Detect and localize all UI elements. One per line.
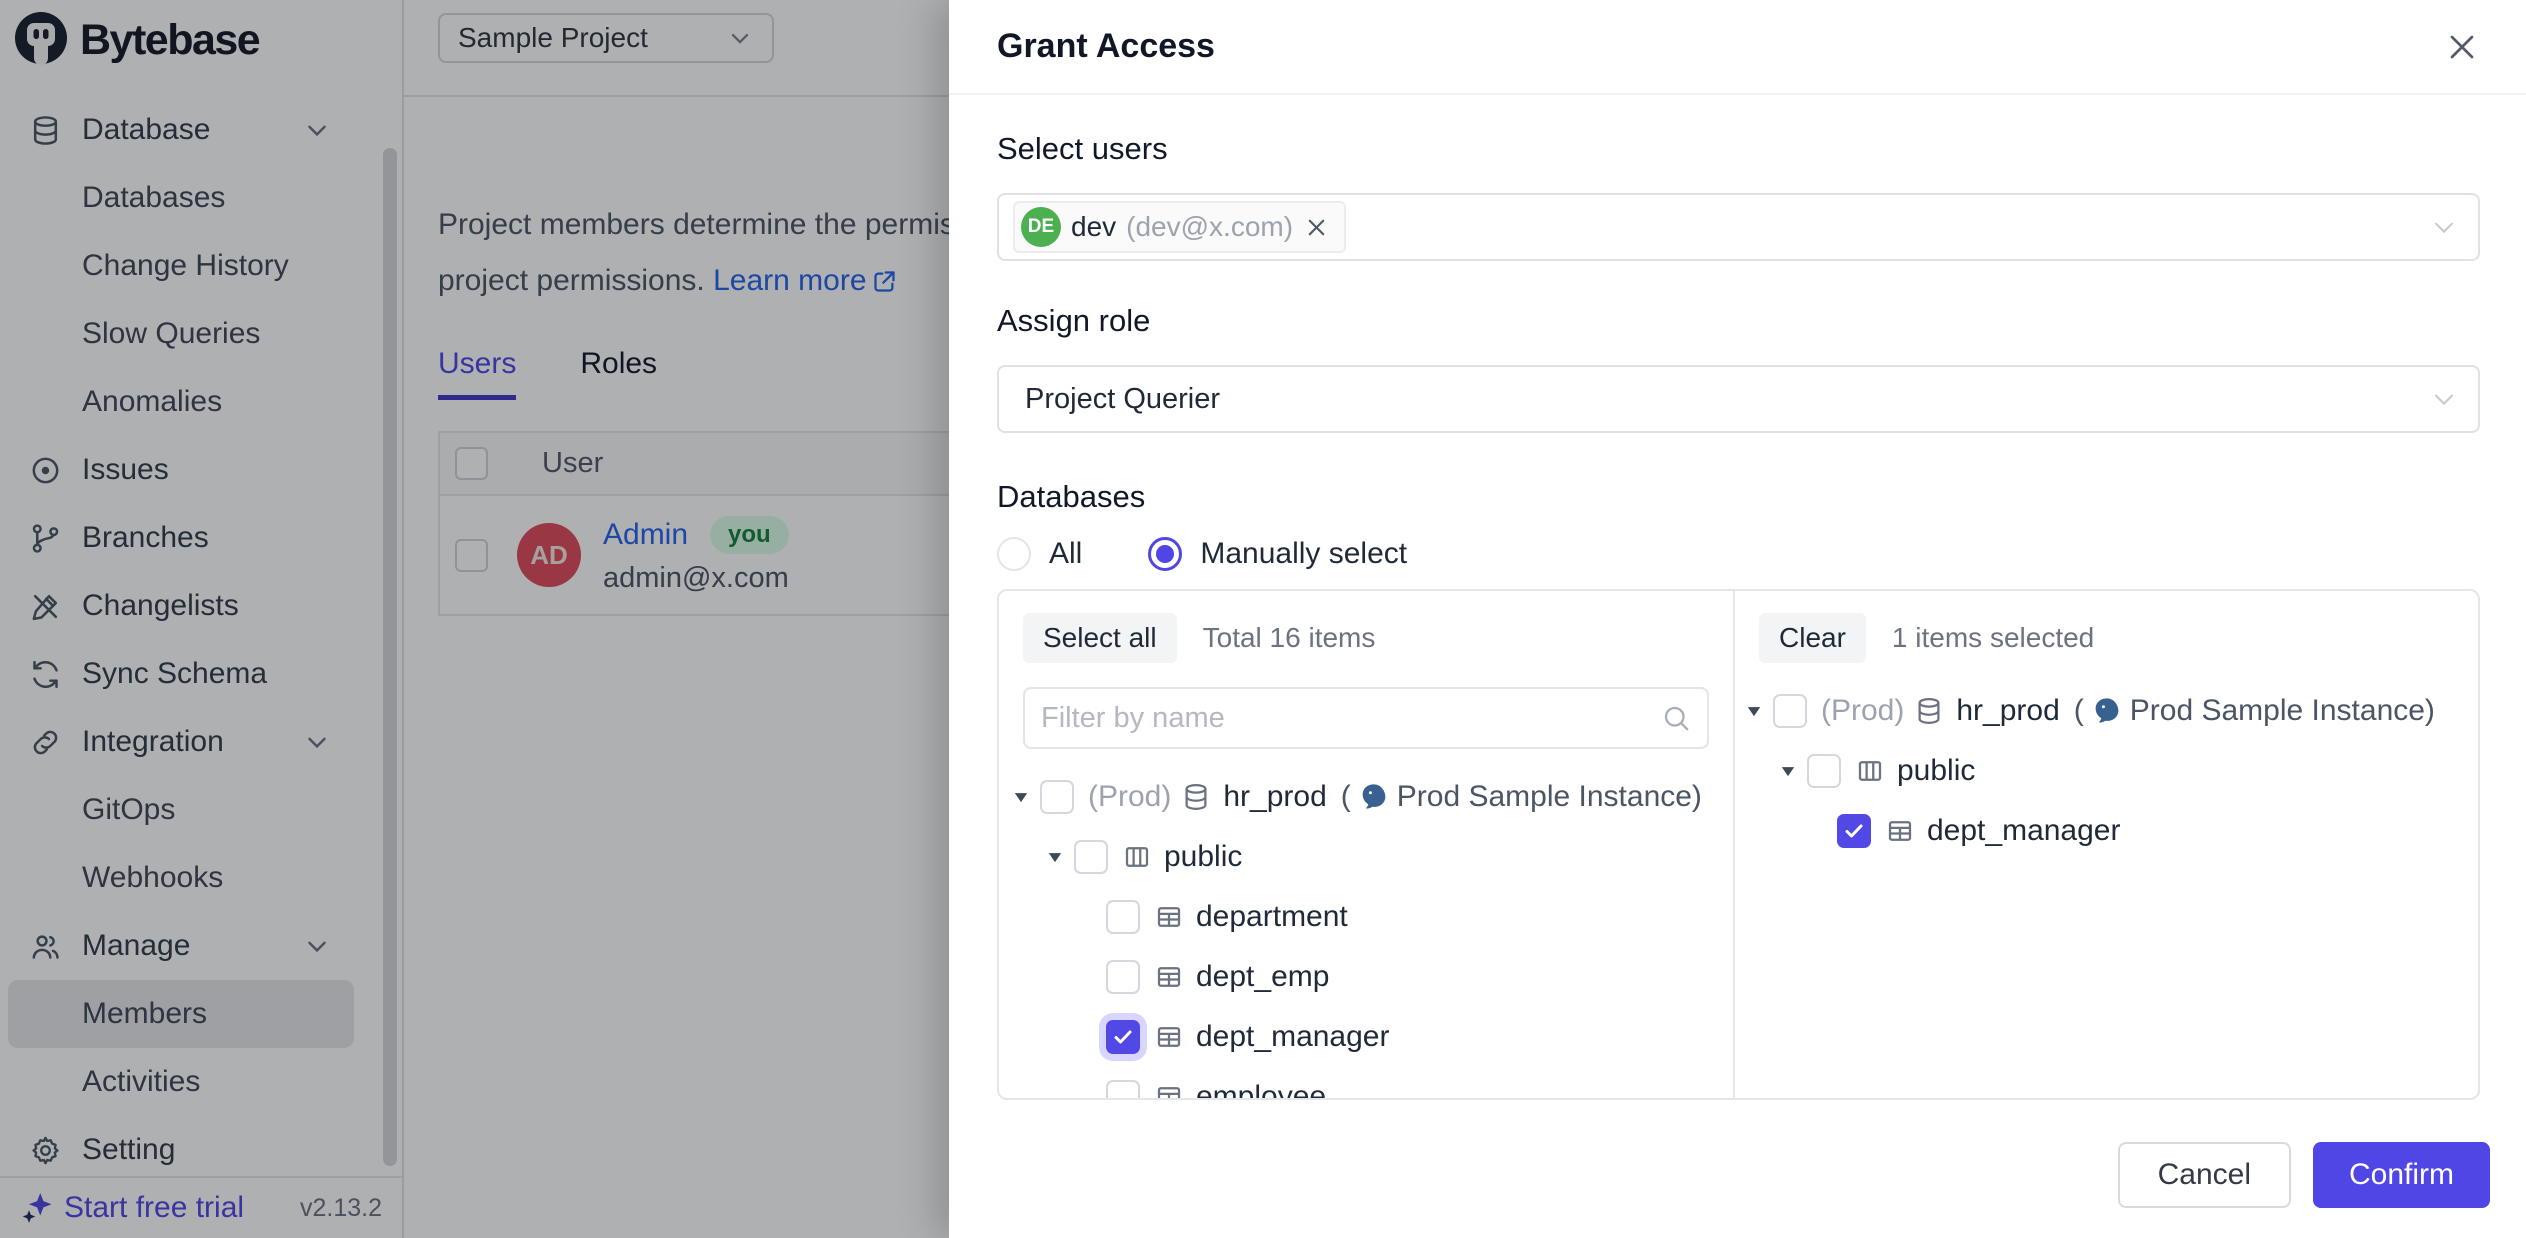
schema-icon <box>1855 756 1885 786</box>
modal-body: Select users DE dev (dev@x.com) Assign r… <box>949 131 2526 1100</box>
role-value: Project Querier <box>1013 383 1220 416</box>
source-panel-header: Select all Total 16 items <box>999 591 1733 663</box>
chevron-down-icon <box>2428 383 2460 415</box>
schema-name: public <box>1164 840 1242 874</box>
grant-access-modal: Grant Access Select users DE dev (dev@x.… <box>949 0 2526 1238</box>
instance-label: ( Prod Sample Instance) <box>1341 780 1702 814</box>
tree-row-hr-prod[interactable]: (Prod) hr_prod ( Prod Sample Instance) <box>1735 681 2478 741</box>
table-name: employee <box>1196 1080 1326 1098</box>
table-icon <box>1154 962 1184 992</box>
radio-all[interactable]: All <box>997 537 1082 571</box>
env-prefix: (Prod) <box>1088 780 1171 814</box>
target-panel-header: Clear 1 items selected <box>1735 591 2478 663</box>
transfer-target-panel: Clear 1 items selected (Prod) hr_prod ( … <box>1735 591 2478 1098</box>
tree-row-department[interactable]: department <box>999 887 1733 947</box>
close-icon[interactable] <box>2442 27 2482 67</box>
chevron-down-icon <box>2428 211 2460 243</box>
env-prefix: (Prod) <box>1821 694 1904 728</box>
clear-button[interactable]: Clear <box>1759 613 1866 663</box>
radio-all-label: All <box>1049 537 1082 571</box>
database-icon <box>1181 782 1211 812</box>
schema-name: public <box>1897 754 1975 788</box>
transfer-source-panel: Select all Total 16 items (Prod) hr_prod <box>999 591 1735 1098</box>
schema-icon <box>1122 842 1152 872</box>
user-tag-email: (dev@x.com) <box>1126 211 1293 243</box>
checkbox[interactable] <box>1807 754 1841 788</box>
table-icon <box>1154 1022 1184 1052</box>
checkbox[interactable] <box>1773 694 1807 728</box>
table-name: department <box>1196 900 1348 934</box>
postgresql-icon <box>2091 695 2123 727</box>
instance-name: Prod Sample Instance) <box>2130 694 2435 728</box>
filter-input[interactable] <box>1041 702 1661 735</box>
paren: ( <box>1341 780 1351 814</box>
checkbox[interactable] <box>1106 900 1140 934</box>
tree-row-hr-prod[interactable]: (Prod) hr_prod ( Prod Sample Instance) <box>999 767 1733 827</box>
table-icon <box>1154 902 1184 932</box>
expander-icon[interactable] <box>1012 788 1030 806</box>
database-name: hr_prod <box>1956 694 2059 728</box>
table-name: dept_emp <box>1196 960 1329 994</box>
user-tag-name: dev <box>1071 211 1116 243</box>
source-tree: (Prod) hr_prod ( Prod Sample Instance) <box>999 767 1733 1098</box>
check-icon <box>1842 819 1866 843</box>
checkbox[interactable] <box>1106 1080 1140 1098</box>
filter-input-wrapper <box>1023 687 1709 749</box>
assign-role-label: Assign role <box>997 303 2480 339</box>
tree-row-public[interactable]: public <box>999 827 1733 887</box>
confirm-button[interactable]: Confirm <box>2313 1142 2490 1208</box>
select-users-label: Select users <box>997 131 2480 167</box>
expander-icon[interactable] <box>1745 702 1763 720</box>
tree-row-dept-manager[interactable]: dept_manager <box>999 1007 1733 1067</box>
check-icon <box>1111 1025 1135 1049</box>
checkbox[interactable] <box>1106 960 1140 994</box>
database-icon <box>1914 696 1944 726</box>
selected-count-label: 1 items selected <box>1892 622 2094 654</box>
postgresql-icon <box>1358 781 1390 813</box>
table-name: dept_manager <box>1196 1020 1389 1054</box>
databases-mode-radios: All Manually select <box>997 537 2480 571</box>
checkbox-checked[interactable] <box>1837 814 1871 848</box>
tree-row-dept-manager[interactable]: dept_manager <box>1735 801 2478 861</box>
expander-icon[interactable] <box>1046 848 1064 866</box>
table-icon <box>1154 1082 1184 1098</box>
radio-circle-checked[interactable] <box>1148 537 1182 571</box>
database-name: hr_prod <box>1223 780 1326 814</box>
select-all-button[interactable]: Select all <box>1023 613 1177 663</box>
checkbox[interactable] <box>1040 780 1074 814</box>
remove-user-icon[interactable] <box>1303 214 1330 241</box>
checkbox-checked[interactable] <box>1106 1020 1140 1054</box>
radio-manual-label: Manually select <box>1200 537 1407 571</box>
cancel-button[interactable]: Cancel <box>2118 1142 2291 1208</box>
radio-circle[interactable] <box>997 537 1031 571</box>
table-icon <box>1885 816 1915 846</box>
paren: ( <box>2074 694 2084 728</box>
selected-user-tag: DE dev (dev@x.com) <box>1013 201 1346 253</box>
instance-name: Prod Sample Instance) <box>1397 780 1702 814</box>
tree-row-public[interactable]: public <box>1735 741 2478 801</box>
search-icon <box>1661 703 1691 733</box>
table-name: dept_manager <box>1927 814 2120 848</box>
target-tree: (Prod) hr_prod ( Prod Sample Instance) <box>1735 681 2478 861</box>
modal-title: Grant Access <box>997 27 1215 66</box>
checkbox[interactable] <box>1074 840 1108 874</box>
modal-header: Grant Access <box>949 0 2526 95</box>
databases-label: Databases <box>997 479 2480 515</box>
tree-row-dept-emp[interactable]: dept_emp <box>999 947 1733 1007</box>
database-transfer-panel: Select all Total 16 items (Prod) hr_prod <box>997 589 2480 1100</box>
total-items-label: Total 16 items <box>1203 622 1376 654</box>
assign-role-select[interactable]: Project Querier <box>997 365 2480 433</box>
radio-manually-select[interactable]: Manually select <box>1148 537 1407 571</box>
avatar: DE <box>1021 207 1061 247</box>
instance-label: ( Prod Sample Instance) <box>2074 694 2435 728</box>
expander-icon[interactable] <box>1779 762 1797 780</box>
modal-footer: Cancel Confirm <box>2118 1142 2490 1208</box>
tree-row-employee[interactable]: employee <box>999 1067 1733 1098</box>
select-users-input[interactable]: DE dev (dev@x.com) <box>997 193 2480 261</box>
